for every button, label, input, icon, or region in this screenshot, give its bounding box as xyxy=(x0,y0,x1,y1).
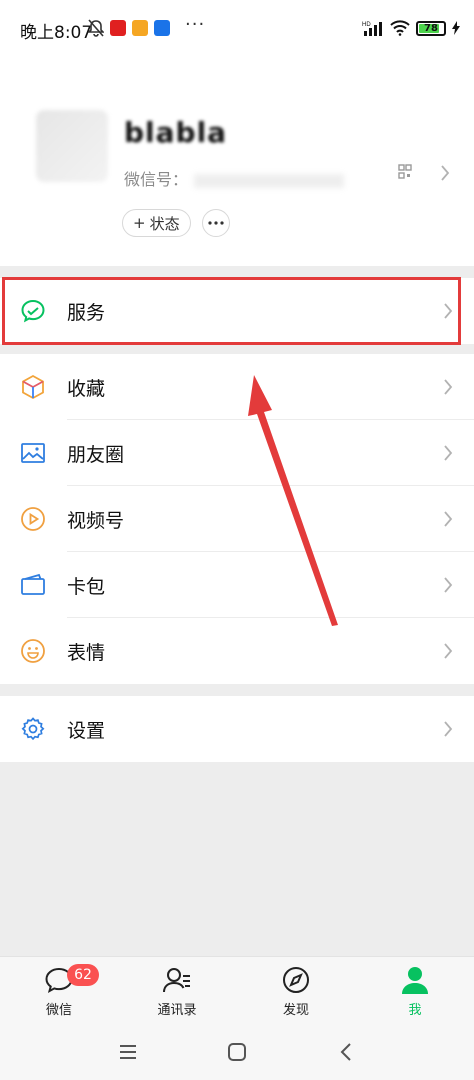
smiley-face-icon xyxy=(21,639,45,663)
service-group: 服务 xyxy=(0,278,474,344)
menu-label-stickers: 表情 xyxy=(67,642,106,664)
favorites-cube-icon xyxy=(22,374,44,400)
chevron-right-icon xyxy=(444,303,453,319)
chevron-right-icon xyxy=(444,721,453,737)
person-filled-icon xyxy=(402,967,428,994)
profile-card[interactable]: blabla 微信号： + 状态 xyxy=(0,60,474,266)
menu-label-channels: 视频号 xyxy=(67,510,125,532)
channels-play-icon xyxy=(21,507,45,531)
tab-label-chats: 微信 xyxy=(45,1003,72,1018)
menu-item-stickers[interactable]: 表情 xyxy=(0,618,474,684)
signal-icon: HD xyxy=(362,22,382,36)
notes-app-icon xyxy=(132,20,148,36)
qr-code-icon[interactable] xyxy=(398,164,412,180)
chevron-right-icon xyxy=(444,577,453,593)
menu-item-cards[interactable]: 卡包 xyxy=(0,552,474,618)
tab-contacts[interactable]: 通讯录 xyxy=(118,957,236,1025)
tab-me[interactable]: 我 xyxy=(356,957,474,1025)
chevron-right-icon xyxy=(441,165,450,181)
status-button[interactable]: + 状态 xyxy=(122,209,191,237)
wechat-id: 微信号： xyxy=(124,166,345,190)
avatar[interactable] xyxy=(36,110,108,182)
moments-picture-icon xyxy=(21,443,45,463)
menu-label-favorites: 收藏 xyxy=(67,378,106,400)
plus-icon: + xyxy=(133,214,146,232)
wechat-id-value-blurred xyxy=(194,173,345,188)
menu-item-moments[interactable]: 朋友圈 xyxy=(0,420,474,486)
menu-item-service[interactable]: 服务 xyxy=(0,278,474,344)
compass-icon xyxy=(283,967,309,993)
tab-label-contacts: 通讯录 xyxy=(157,1003,197,1018)
chevron-right-icon xyxy=(444,511,453,527)
menu-item-favorites[interactable]: 收藏 xyxy=(0,354,474,420)
contacts-icon xyxy=(163,968,190,993)
wifi-icon xyxy=(390,20,410,36)
chevron-right-icon xyxy=(444,643,453,659)
status-time: 晚上8:07 xyxy=(20,23,93,43)
battery-icon: 78 xyxy=(416,20,446,36)
system-navigation-bar xyxy=(0,1024,474,1080)
unread-badge: 62 xyxy=(67,964,99,986)
more-dots-icon xyxy=(208,221,224,225)
menu-label-moments: 朋友圈 xyxy=(67,444,125,466)
back-chevron-icon[interactable] xyxy=(335,1040,359,1064)
menu-hamburger-icon[interactable] xyxy=(116,1040,140,1064)
gear-icon xyxy=(21,717,45,741)
tab-discover[interactable]: 发现 xyxy=(237,957,355,1025)
menu-item-channels[interactable]: 视频号 xyxy=(0,486,474,552)
tab-label-me: 我 xyxy=(408,1003,422,1018)
more-notifications-dots: ··· xyxy=(185,14,206,35)
wechat-id-label: 微信号： xyxy=(124,170,189,189)
card-wallet-icon xyxy=(21,573,45,595)
tab-label-discover: 发现 xyxy=(282,1003,309,1018)
bell-muted-icon xyxy=(88,19,104,37)
menu-label-settings: 设置 xyxy=(67,720,106,742)
system-indicators: HD 78 xyxy=(362,20,460,36)
menu-label-service: 服务 xyxy=(67,302,106,324)
chevron-right-icon xyxy=(444,379,453,395)
service-icon xyxy=(21,299,45,323)
charging-icon xyxy=(452,21,460,35)
pointer-app-icon xyxy=(154,20,170,36)
svg-text:HD: HD xyxy=(362,22,371,28)
home-square-icon[interactable] xyxy=(225,1040,249,1064)
battery-level: 78 xyxy=(424,22,438,34)
menu-item-settings[interactable]: 设置 xyxy=(0,696,474,762)
settings-group: 设置 xyxy=(0,696,474,762)
status-button-label: 状态 xyxy=(149,214,180,233)
notification-icons xyxy=(88,19,170,37)
status-bar: 晚上8:07 ··· HD 78 xyxy=(0,0,474,60)
pointer-arrow-annotation xyxy=(248,375,338,626)
tmall-app-icon xyxy=(110,20,126,36)
nickname: blabla xyxy=(124,116,228,149)
tab-chats[interactable]: 62 微信 xyxy=(0,957,118,1025)
main-menu-group: 收藏 朋友圈 视频号 卡包 表情 xyxy=(0,354,474,684)
menu-label-cards: 卡包 xyxy=(67,576,106,598)
more-button[interactable] xyxy=(202,209,230,237)
chevron-right-icon xyxy=(444,445,453,461)
tab-bar: 62 微信 通讯录 发现 我 xyxy=(0,956,474,1024)
